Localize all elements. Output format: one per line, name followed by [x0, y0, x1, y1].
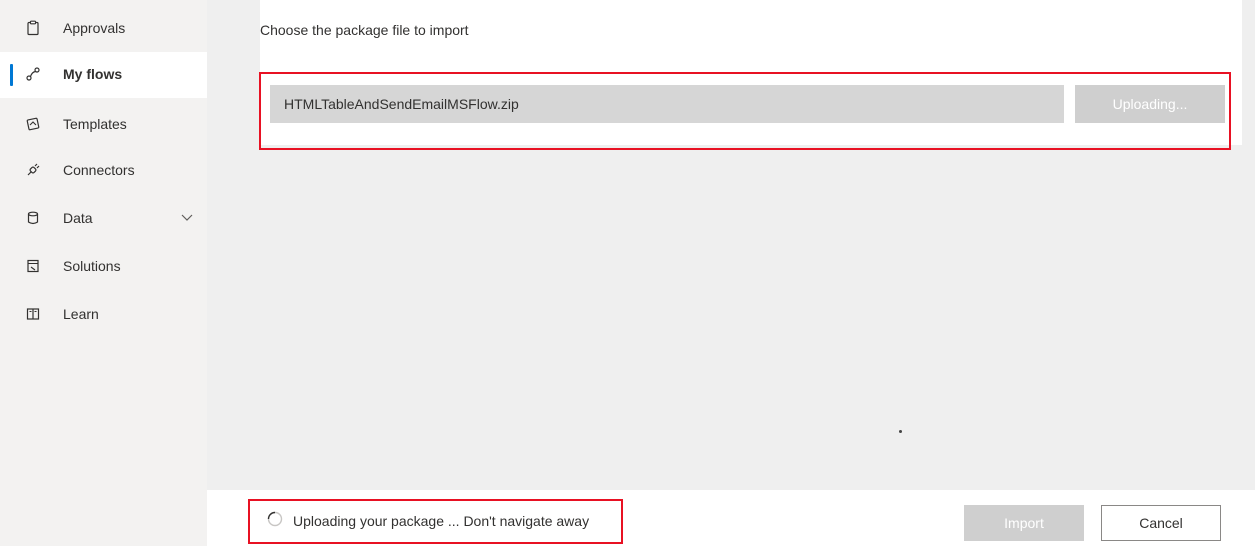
- solutions-icon: [24, 257, 42, 275]
- sidebar-item-data[interactable]: Data: [0, 196, 207, 242]
- sidebar-item-solutions[interactable]: Solutions: [0, 244, 207, 290]
- mouse-cursor-dot: [899, 430, 902, 433]
- active-indicator: [10, 64, 13, 86]
- sidebar-item-label: Learn: [63, 306, 99, 322]
- flow-icon: [24, 65, 42, 83]
- cancel-button[interactable]: Cancel: [1101, 505, 1221, 541]
- import-button[interactable]: Import: [964, 505, 1084, 541]
- sidebar-item-label: Connectors: [63, 162, 135, 178]
- sidebar-item-label: Approvals: [63, 20, 126, 36]
- upload-status-text: Uploading your package ... Don't navigat…: [293, 513, 590, 529]
- connector-plug-icon: [24, 161, 42, 179]
- sidebar-item-label: Templates: [63, 116, 127, 132]
- sidebar-item-label: Data: [63, 210, 93, 226]
- chevron-down-icon[interactable]: [180, 210, 194, 224]
- sidebar-item-label: My flows: [63, 66, 123, 82]
- sidebar-item-templates[interactable]: Templates: [0, 102, 207, 148]
- file-upload-highlight-box: [259, 72, 1231, 150]
- book-icon: [24, 305, 42, 323]
- templates-icon: [24, 115, 42, 133]
- left-nav: Approvals My flows Templates Connectors …: [0, 0, 207, 546]
- loading-spinner-icon: [267, 511, 283, 527]
- sidebar-item-my-flows[interactable]: My flows: [0, 52, 207, 98]
- sidebar-item-connectors[interactable]: Connectors: [0, 148, 207, 194]
- sidebar-item-label: Solutions: [63, 258, 121, 274]
- sidebar-item-learn[interactable]: Learn: [0, 292, 207, 338]
- sidebar-item-approvals[interactable]: Approvals: [0, 6, 207, 52]
- choose-package-label: Choose the package file to import: [260, 22, 469, 38]
- clipboard-icon: [24, 19, 42, 37]
- database-icon: [24, 209, 42, 227]
